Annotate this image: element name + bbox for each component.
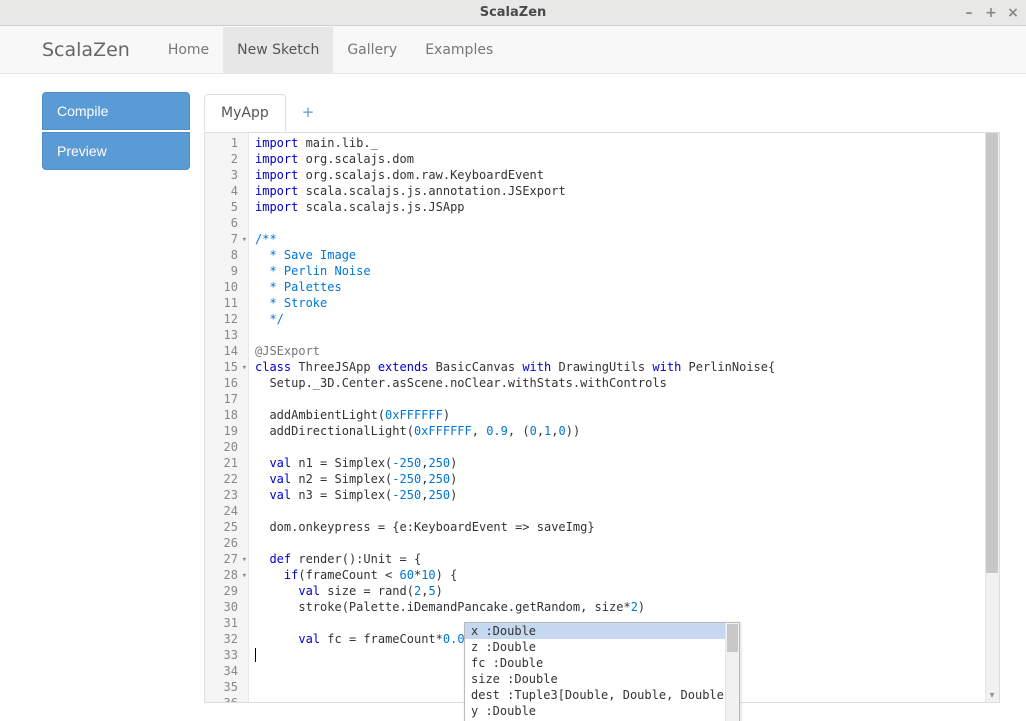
window-title: ScalaZen <box>480 5 547 20</box>
nav-examples[interactable]: Examples <box>411 27 507 73</box>
code-line[interactable]: */ <box>255 311 999 327</box>
gutter: 1234567▾89101112131415▾16171819202122232… <box>205 133 249 702</box>
nav-items: HomeNew SketchGalleryExamples <box>154 27 507 73</box>
code-line[interactable]: import org.scalajs.dom.raw.KeyboardEvent <box>255 167 999 183</box>
code-line[interactable]: Setup._3D.Center.asScene.noClear.withSta… <box>255 375 999 391</box>
code-line[interactable]: if(frameCount < 60*10) { <box>255 567 999 583</box>
autocomplete-popup[interactable]: x :Doublez :Doublefc :Doublesize :Double… <box>464 622 740 721</box>
fold-toggle-icon[interactable]: ▾ <box>242 552 247 568</box>
sidebar: Compile Preview <box>42 92 190 703</box>
code-line[interactable] <box>255 215 999 231</box>
compile-button[interactable]: Compile <box>42 92 190 130</box>
tab-myapp[interactable]: MyApp <box>204 94 286 131</box>
code-line[interactable]: val n1 = Simplex(-250,250) <box>255 455 999 471</box>
code-line[interactable]: * Perlin Noise <box>255 263 999 279</box>
tabs: MyApp + <box>204 92 1000 132</box>
code-line[interactable]: * Save Image <box>255 247 999 263</box>
autocomplete-scrollbar-thumb[interactable] <box>727 624 738 652</box>
code-line[interactable]: val n3 = Simplex(-250,250) <box>255 487 999 503</box>
tab-add[interactable]: + <box>286 93 331 131</box>
code-line[interactable]: val n2 = Simplex(-250,250) <box>255 471 999 487</box>
autocomplete-item[interactable]: fc :Double <box>465 655 739 671</box>
brand: ScalaZen <box>42 39 130 61</box>
code-line[interactable]: stroke(Palette.iDemandPancake.getRandom,… <box>255 599 999 615</box>
code-line[interactable]: class ThreeJSApp extends BasicCanvas wit… <box>255 359 999 375</box>
autocomplete-scrollbar[interactable] <box>725 623 739 721</box>
code-line[interactable] <box>255 535 999 551</box>
code-line[interactable]: dom.onkeypress = {e:KeyboardEvent => sav… <box>255 519 999 535</box>
code-line[interactable]: /** <box>255 231 999 247</box>
main: Compile Preview MyApp + 1234567▾89101112… <box>0 74 1026 721</box>
autocomplete-item[interactable]: x :Double <box>465 623 739 639</box>
minimize-icon[interactable]: – <box>962 5 976 21</box>
code-line[interactable] <box>255 439 999 455</box>
window-titlebar: ScalaZen – + × <box>0 0 1026 26</box>
code-line[interactable]: @JSExport <box>255 343 999 359</box>
code-line[interactable]: import scala.scalajs.js.annotation.JSExp… <box>255 183 999 199</box>
fold-toggle-icon[interactable]: ▾ <box>242 360 247 376</box>
code-editor[interactable]: 1234567▾89101112131415▾16171819202122232… <box>204 132 1000 703</box>
code-line[interactable]: def render():Unit = { <box>255 551 999 567</box>
code-line[interactable]: addDirectionalLight(0xFFFFFF, 0.9, (0,1,… <box>255 423 999 439</box>
scrollbar-vertical[interactable]: ▾ <box>985 133 999 702</box>
fold-toggle-icon[interactable]: ▾ <box>242 568 247 584</box>
code-line[interactable]: addAmbientLight(0xFFFFFF) <box>255 407 999 423</box>
autocomplete-item[interactable]: z :Double <box>465 639 739 655</box>
code-line[interactable]: import org.scalajs.dom <box>255 151 999 167</box>
maximize-icon[interactable]: + <box>984 5 998 21</box>
code-line[interactable] <box>255 327 999 343</box>
autocomplete-item[interactable]: y :Double <box>465 703 739 719</box>
autocomplete-item[interactable]: dest :Tuple3[Double, Double, Double] <box>465 687 739 703</box>
code-line[interactable]: * Palettes <box>255 279 999 295</box>
close-icon[interactable]: × <box>1006 5 1020 21</box>
code-line[interactable]: val size = rand(2,5) <box>255 583 999 599</box>
code-line[interactable]: import scala.scalajs.js.JSApp <box>255 199 999 215</box>
code-line[interactable] <box>255 391 999 407</box>
navbar: ScalaZen HomeNew SketchGalleryExamples <box>0 26 1026 74</box>
scrollbar-thumb[interactable] <box>986 133 998 573</box>
code-line[interactable] <box>255 503 999 519</box>
nav-new-sketch[interactable]: New Sketch <box>223 27 333 73</box>
editor-area: MyApp + 1234567▾89101112131415▾161718192… <box>204 92 1000 703</box>
code-content[interactable]: import main.lib._import org.scalajs.domi… <box>249 133 999 702</box>
scrollbar-down-icon[interactable]: ▾ <box>986 688 998 702</box>
code-line[interactable]: import main.lib._ <box>255 135 999 151</box>
fold-toggle-icon[interactable]: ▾ <box>242 232 247 248</box>
nav-home[interactable]: Home <box>154 27 223 73</box>
autocomplete-item[interactable]: size :Double <box>465 671 739 687</box>
code-line[interactable]: * Stroke <box>255 295 999 311</box>
window-controls: – + × <box>962 5 1020 21</box>
preview-button[interactable]: Preview <box>42 132 190 170</box>
nav-gallery[interactable]: Gallery <box>333 27 411 73</box>
